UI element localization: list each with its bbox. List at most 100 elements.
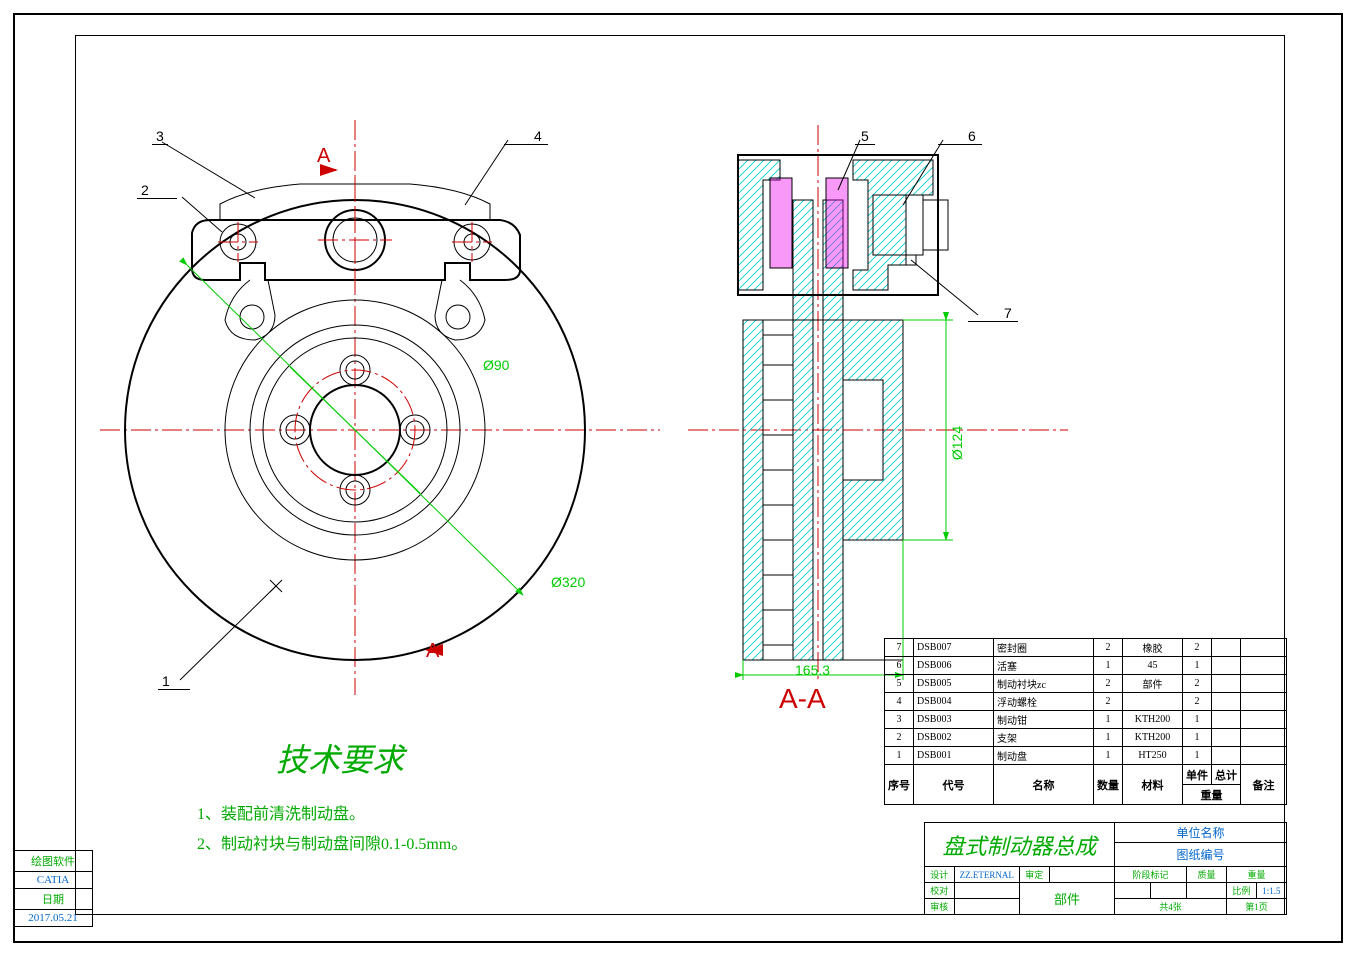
dim-d124: Ø124 (949, 426, 965, 460)
section-mark-a1: A (317, 145, 330, 168)
date-value: 2017.05.21 (13, 910, 93, 927)
bom-cell-qty: 1 (1094, 711, 1123, 729)
dim-d320: Ø320 (551, 574, 585, 590)
sidebar-info: 绘图软件 CATIA 日期 2017.05.21 (13, 850, 93, 927)
bom-cell-w1: 2 (1183, 675, 1212, 693)
date-label: 日期 (13, 889, 93, 910)
bom-cell-w2 (1212, 729, 1241, 747)
bom-cell-mat (1123, 693, 1183, 711)
bom-cell-name: 密封圈 (994, 639, 1094, 657)
bom-cell-seq: 4 (885, 693, 914, 711)
tb-designer: ZZ.ETERNAL (954, 867, 1019, 883)
bom-hdr-wg: 重量 (1183, 785, 1241, 805)
balloon-5: 5 (855, 128, 875, 145)
bom-hdr-seq: 序号 (885, 765, 914, 805)
bom-hdr-w2: 总计 (1212, 765, 1241, 785)
bom-cell-w2 (1212, 675, 1241, 693)
bom-cell-qty: 1 (1094, 657, 1123, 675)
bom-cell-mat: HT250 (1123, 747, 1183, 765)
bom-hdr-w1: 单件 (1183, 765, 1212, 785)
bom-cell-name: 制动衬块zc (994, 675, 1094, 693)
bom-cell-qty: 1 (1094, 729, 1123, 747)
bom-cell-w1: 1 (1183, 711, 1212, 729)
tb-mass: 质量 (1187, 867, 1227, 883)
bom-cell-mat: KTH200 (1123, 711, 1183, 729)
req-line-1: 1、装配前清洗制动盘。 (197, 800, 365, 824)
bom-cell-note (1241, 747, 1287, 765)
unit-name: 单位名称 (1176, 826, 1224, 840)
front-view (100, 80, 660, 700)
tb-review: 审定 (1019, 867, 1049, 883)
bom-cell-code: DSB003 (914, 711, 994, 729)
tb-scale-val: 1:1.5 (1256, 883, 1286, 899)
bom-cell-name: 活塞 (994, 657, 1094, 675)
balloon-2: 2 (137, 182, 177, 199)
bom-cell-note (1241, 657, 1287, 675)
bom-cell-note (1241, 729, 1287, 747)
bom-cell-name: 浮动螺栓 (994, 693, 1094, 711)
bom-cell-w1: 1 (1183, 729, 1212, 747)
tb-sheets: 共4张 (1115, 899, 1227, 915)
bom-cell-seq: 1 (885, 747, 914, 765)
balloon-6: 6 (938, 128, 982, 145)
tb-approve: 审核 (925, 899, 955, 915)
bom-cell-seq: 7 (885, 639, 914, 657)
drawing-title: 盘式制动器总成 (942, 834, 1096, 859)
bom-cell-name: 支架 (994, 729, 1094, 747)
bom-cell-mat: 部件 (1123, 675, 1183, 693)
balloon-7: 7 (968, 305, 1018, 322)
dim-w165: 165.3 (795, 662, 830, 678)
bom-cell-name: 制动盘 (994, 747, 1094, 765)
tb-design: 设计 (925, 867, 955, 883)
tb-stage: 阶段标记 (1115, 867, 1187, 883)
section-view (688, 100, 1068, 690)
bom-cell-mat: KTH200 (1123, 729, 1183, 747)
bom-cell-note (1241, 711, 1287, 729)
bom-cell-qty: 1 (1094, 747, 1123, 765)
bom-cell-w2 (1212, 693, 1241, 711)
bom-cell-code: DSB002 (914, 729, 994, 747)
bom-hdr-qty: 数量 (1094, 765, 1123, 805)
balloon-4: 4 (504, 128, 548, 145)
bom-hdr-note: 备注 (1241, 765, 1287, 805)
title-block: 盘式制动器总成 单位名称 图纸编号 设计 ZZ.ETERNAL 审定 阶段标记 … (924, 822, 1287, 915)
bom-cell-w1: 2 (1183, 693, 1212, 711)
bom-hdr-mat: 材料 (1123, 765, 1183, 805)
bom-cell-code: DSB007 (914, 639, 994, 657)
requirements-title: 技术要求 (276, 735, 404, 781)
tb-part: 部件 (1019, 883, 1114, 915)
bom-table: 7DSB007密封圈2橡胶26DSB006活塞14515DSB005制动衬块zc… (884, 638, 1287, 805)
balloon-3: 3 (152, 128, 168, 145)
bom-cell-w2 (1212, 747, 1241, 765)
bom-hdr-code: 代号 (914, 765, 994, 805)
bom-cell-note (1241, 693, 1287, 711)
bom-hdr-name: 名称 (994, 765, 1094, 805)
bom-cell-w2 (1212, 657, 1241, 675)
bom-cell-seq: 6 (885, 657, 914, 675)
bom-cell-w2 (1212, 639, 1241, 657)
section-mark-a2: A (426, 640, 439, 663)
bom-cell-seq: 2 (885, 729, 914, 747)
bom-cell-note (1241, 639, 1287, 657)
bom-cell-mat: 橡胶 (1123, 639, 1183, 657)
req-line-2: 2、制动衬块与制动盘间隙0.1-0.5mm。 (197, 830, 467, 854)
sw-label: 绘图软件 (13, 850, 93, 872)
drawing-no: 图纸编号 (1176, 848, 1224, 862)
tb-scale: 比例 (1227, 883, 1257, 899)
bom-cell-qty: 2 (1094, 693, 1123, 711)
bom-cell-w1: 2 (1183, 639, 1212, 657)
bom-cell-note (1241, 675, 1287, 693)
bom-cell-qty: 2 (1094, 639, 1123, 657)
bom-cell-code: DSB006 (914, 657, 994, 675)
bom-cell-mat: 45 (1123, 657, 1183, 675)
bom-cell-seq: 5 (885, 675, 914, 693)
bom-cell-name: 制动钳 (994, 711, 1094, 729)
tb-check: 校对 (925, 883, 955, 899)
dim-d90: Ø90 (483, 357, 509, 373)
bom-cell-qty: 2 (1094, 675, 1123, 693)
balloon-1: 1 (158, 673, 190, 690)
bom-cell-w2 (1212, 711, 1241, 729)
tb-page: 第1页 (1227, 899, 1287, 915)
tb-weight: 重量 (1227, 867, 1287, 883)
bom-cell-code: DSB005 (914, 675, 994, 693)
